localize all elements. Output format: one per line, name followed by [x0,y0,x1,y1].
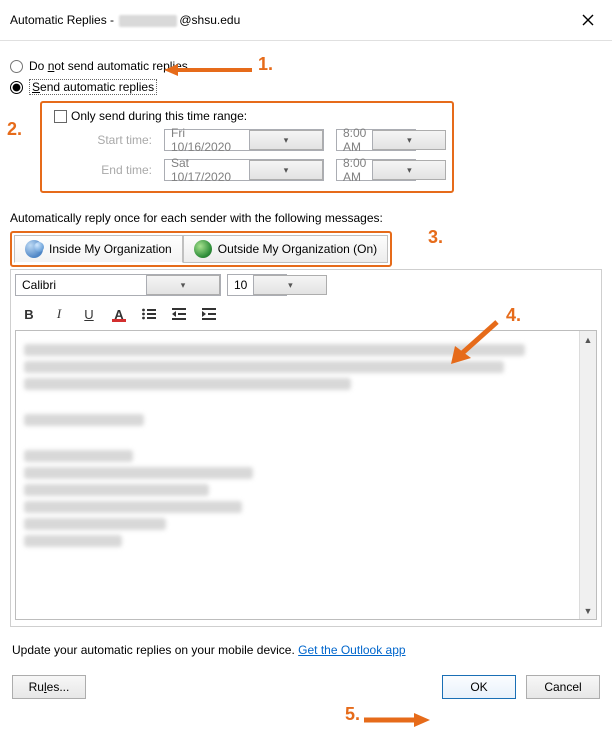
radio-send-label: Send automatic replies [29,79,157,95]
message-textarea[interactable]: ▲ ▼ [15,330,597,620]
chevron-down-icon: ▾ [249,130,323,150]
annotation-2: 2. [7,119,22,140]
close-icon [582,14,594,26]
start-time-select[interactable]: 8:00 AM▾ [336,129,416,151]
tab-inside-label: Inside My Organization [49,242,172,256]
outdent-button[interactable] [169,304,189,324]
cancel-button[interactable]: Cancel [526,675,600,699]
font-color-button[interactable]: A [109,304,129,324]
editor-toolbar-format: B I U A [15,302,597,330]
only-send-checkbox[interactable] [54,110,67,123]
italic-button[interactable]: I [49,304,69,324]
scroll-up-icon[interactable]: ▲ [580,331,596,348]
scrollbar[interactable]: ▲ ▼ [579,331,596,619]
underline-button[interactable]: U [79,304,99,324]
start-time-value: 8:00 AM [337,126,372,154]
annotation-5: 5. [345,704,360,725]
close-button[interactable] [570,8,606,32]
tabs: Inside My Organization Outside My Organi… [10,231,392,267]
font-size-value: 10 [228,278,253,292]
time-range-box: Only send during this time range: Start … [40,101,454,193]
footer-text: Update your automatic replies on your mo… [12,643,298,657]
end-date-select[interactable]: Sat 10/17/2020▾ [164,159,324,181]
bold-button[interactable]: B [19,304,39,324]
window-title: Automatic Replies - @shsu.edu [10,13,240,27]
bullet-list-button[interactable] [139,304,159,324]
button-bar: Rules... OK Cancel [10,675,602,699]
annotation-arrow-4 [445,316,505,366]
radio-send-input[interactable] [10,81,23,94]
indent-button[interactable] [199,304,219,324]
chevron-down-icon: ▾ [372,160,446,180]
redacted-user [119,15,177,27]
globe-icon [194,240,212,258]
annotation-arrow-5 [362,711,432,729]
end-time-label: End time: [74,163,152,177]
chevron-down-icon: ▾ [372,130,446,150]
font-select[interactable]: Calibri▾ [15,274,221,296]
end-time-select[interactable]: 8:00 AM▾ [336,159,416,181]
chevron-down-icon: ▾ [253,275,327,295]
indent-icon [201,306,217,322]
footer-note: Update your automatic replies on your mo… [12,643,600,657]
window-title-prefix: Automatic Replies - [10,13,117,27]
scroll-down-icon[interactable]: ▼ [580,602,596,619]
chevron-down-icon: ▾ [146,275,220,295]
start-date-value: Fri 10/16/2020 [165,126,249,154]
radio-do-not-send-input[interactable] [10,60,23,73]
annotation-3: 3. [428,227,443,248]
tab-outside-org[interactable]: Outside My Organization (On) [183,235,388,263]
tab-inside-org[interactable]: Inside My Organization [14,235,183,263]
radio-do-not-send[interactable]: Do not send automatic replies [10,59,602,73]
only-send-label: Only send during this time range: [71,109,247,123]
rules-button[interactable]: Rules... [12,675,86,699]
only-send-checkbox-row[interactable]: Only send during this time range: [54,109,444,123]
bullet-list-icon [141,306,157,322]
end-time-value: 8:00 AM [337,156,372,184]
get-outlook-app-link[interactable]: Get the Outlook app [298,643,405,657]
editor: Calibri▾ 10▾ B I U A [10,269,602,627]
sub-caption: Automatically reply once for each sender… [10,211,602,225]
outdent-icon [171,306,187,322]
chevron-down-icon: ▾ [249,160,323,180]
window-title-suffix: @shsu.edu [179,13,240,27]
font-value: Calibri [16,278,146,292]
font-size-select[interactable]: 10▾ [227,274,287,296]
message-content-blurred [16,331,579,619]
end-date-value: Sat 10/17/2020 [165,156,249,184]
editor-toolbar-fonts: Calibri▾ 10▾ [15,274,597,296]
start-time-label: Start time: [74,133,152,147]
ok-button[interactable]: OK [442,675,516,699]
tab-outside-label: Outside My Organization (On) [218,242,377,256]
titlebar: Automatic Replies - @shsu.edu [0,0,612,41]
radio-send[interactable]: Send automatic replies [10,79,602,95]
start-date-select[interactable]: Fri 10/16/2020▾ [164,129,324,151]
people-icon [25,240,43,258]
annotation-arrow-1 [164,61,254,79]
